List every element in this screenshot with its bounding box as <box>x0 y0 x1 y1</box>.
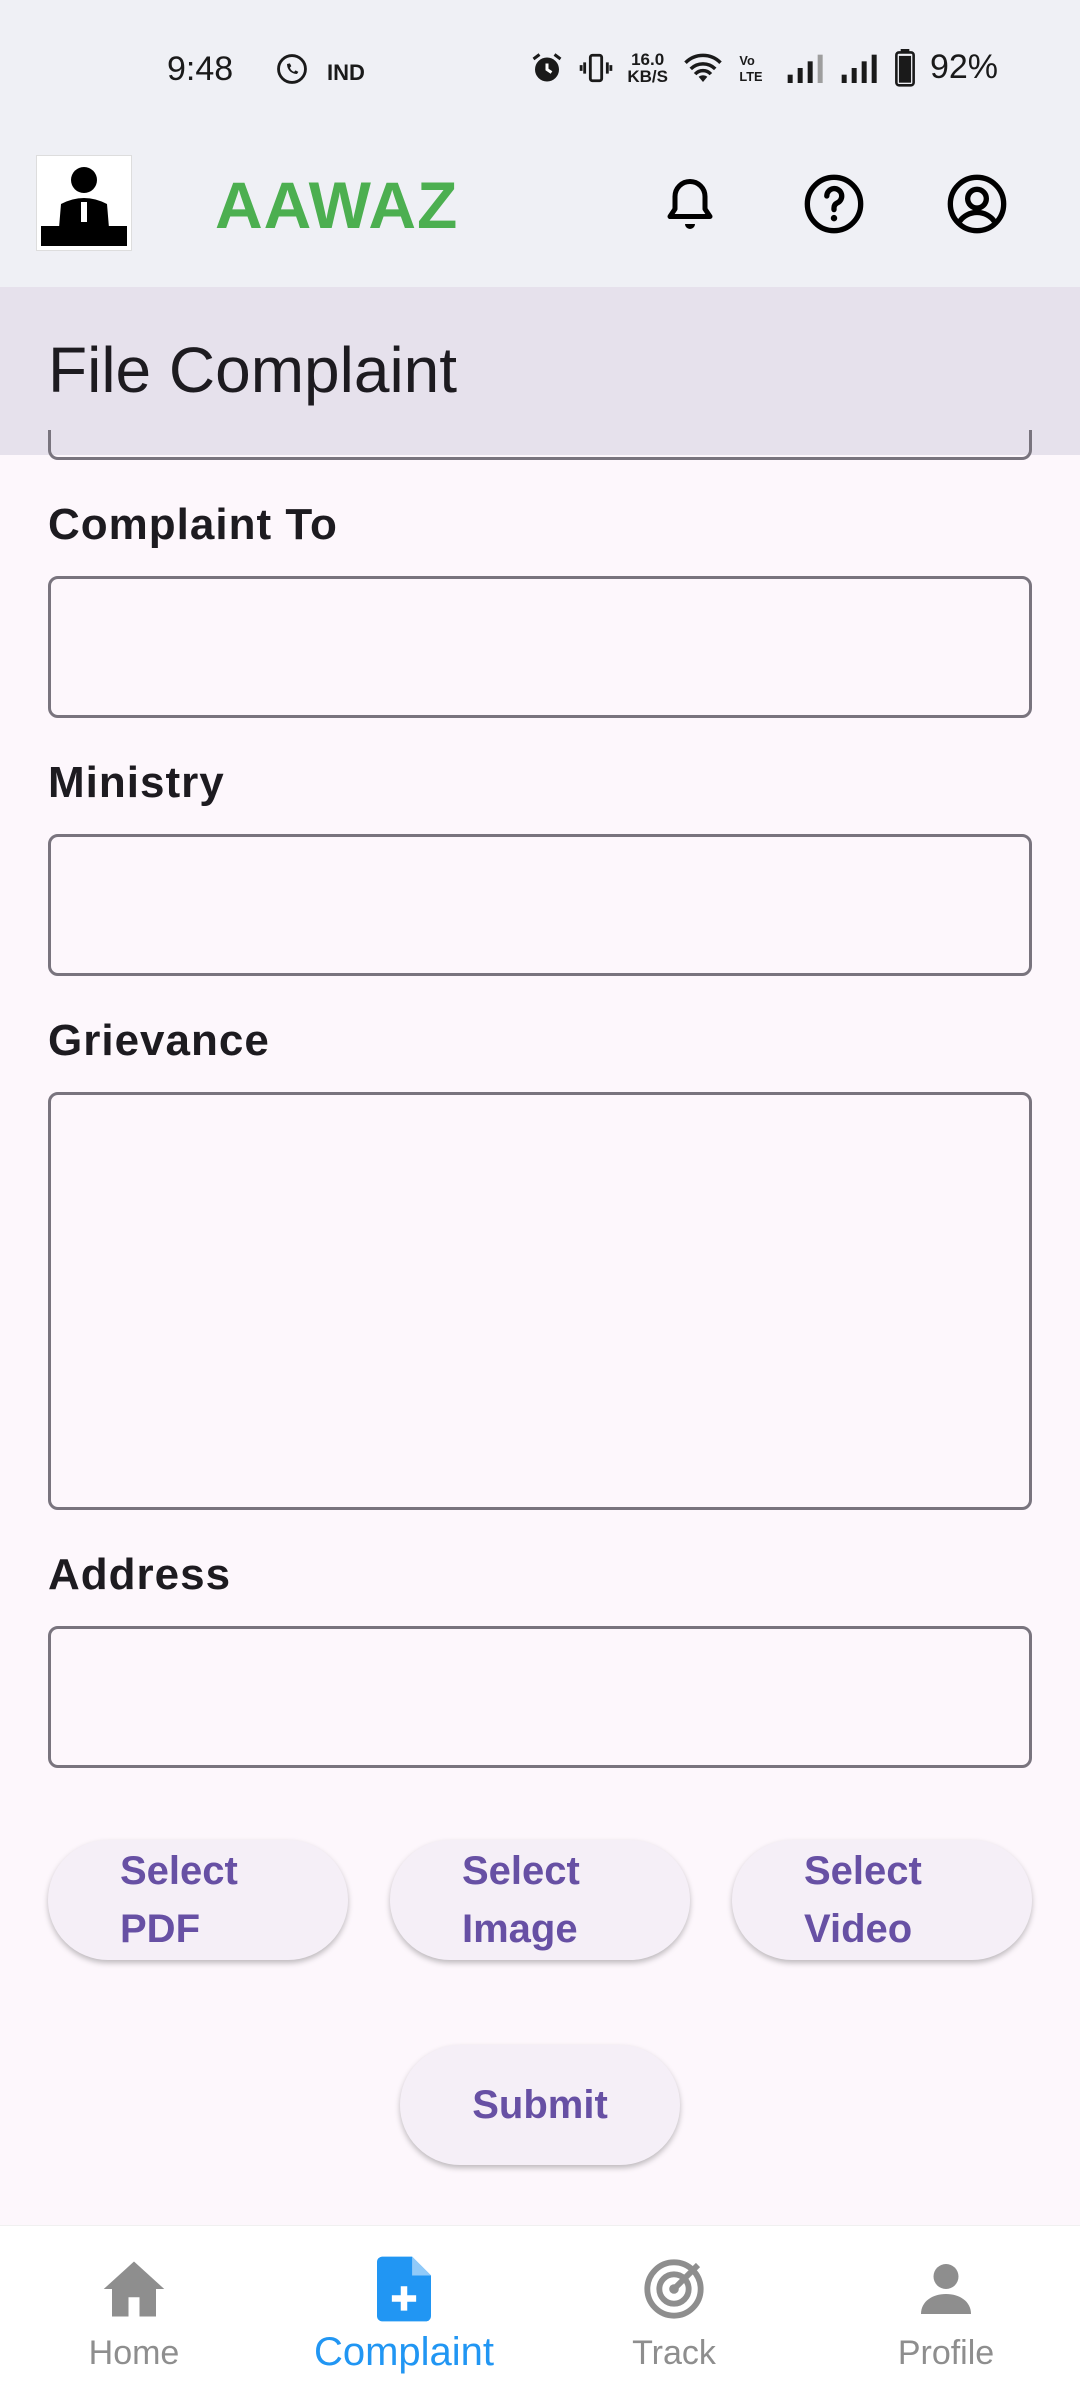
scrolled-text-field[interactable] <box>48 430 1032 460</box>
home-icon <box>103 2261 165 2317</box>
app-logo <box>36 155 132 251</box>
whatsapp-icon <box>277 54 307 84</box>
net-speed-unit: KB/S <box>627 66 668 86</box>
ministry-field[interactable] <box>48 834 1032 976</box>
status-left-icons: IND <box>275 52 367 86</box>
grievance-label: Grievance <box>48 1016 270 1065</box>
status-bar: 9:48 IND 16.0 KB/S Vo LTE 92% <box>0 0 1080 145</box>
app-bar: AAWAZ <box>0 145 1080 287</box>
person-icon <box>921 2264 971 2314</box>
page-title: File Complaint <box>48 334 458 406</box>
battery-icon <box>895 48 915 87</box>
net-speed-value: 16.0 <box>631 49 665 69</box>
grievance-field[interactable] <box>48 1092 1032 1510</box>
nav-item-profile[interactable]: Profile <box>836 2254 1056 2373</box>
battery-percentage: 92% <box>929 48 998 86</box>
bottom-navigation: Home Complaint Track Profile <box>0 2225 1080 2400</box>
svg-text:LTE: LTE <box>739 68 762 83</box>
complaint-to-label: Complaint To <box>48 500 338 549</box>
submit-button[interactable]: Submit <box>400 2045 680 2165</box>
help-icon[interactable] <box>799 169 869 239</box>
signal-icon-2 <box>841 54 877 83</box>
address-field[interactable] <box>48 1626 1032 1768</box>
select-video-line1: Select <box>804 1849 922 1893</box>
ind-network-icon: IND <box>327 60 365 84</box>
select-pdf-line2: PDF <box>120 1907 200 1951</box>
bell-icon[interactable] <box>655 169 725 239</box>
nav-label-complaint: Complaint <box>313 2330 495 2374</box>
signal-icon-1 <box>787 54 823 83</box>
select-pdf-line1: Select <box>120 1849 238 1893</box>
status-time: 9:48 <box>167 50 234 88</box>
status-right-icons: 16.0 KB/S Vo LTE 92% <box>529 48 998 87</box>
file-add-icon <box>377 2256 431 2322</box>
select-pdf-button[interactable]: Select PDF <box>48 1840 348 1960</box>
select-image-line1: Select <box>462 1849 580 1893</box>
select-image-line2: Image <box>462 1907 578 1951</box>
speaker-podium-icon <box>41 167 127 246</box>
account-icon[interactable] <box>942 169 1012 239</box>
alarm-icon <box>532 52 562 81</box>
select-video-button[interactable]: Select Video <box>732 1840 1032 1960</box>
address-label: Address <box>48 1550 232 1599</box>
nav-item-complaint[interactable]: Complaint <box>294 2254 514 2375</box>
nav-item-home[interactable]: Home <box>24 2254 244 2373</box>
ministry-label: Ministry <box>48 758 225 807</box>
nav-item-track[interactable]: Track <box>564 2254 784 2373</box>
wifi-icon <box>684 53 722 82</box>
select-image-button[interactable]: Select Image <box>390 1840 690 1960</box>
volte-icon: VoLTE <box>739 53 762 84</box>
svg-text:Vo: Vo <box>739 53 755 68</box>
vibrate-icon <box>580 53 613 82</box>
nav-label-track: Track <box>632 2334 716 2372</box>
complaint-to-field[interactable] <box>48 576 1032 718</box>
nav-label-home: Home <box>88 2334 180 2372</box>
app-title: AAWAZ <box>215 168 459 242</box>
svg-text:IND: IND <box>327 60 365 84</box>
select-video-line2: Video <box>804 1907 913 1951</box>
nav-label-profile: Profile <box>897 2334 995 2372</box>
track-radar-icon <box>644 2259 704 2319</box>
network-speed: 16.0 KB/S <box>627 51 668 85</box>
